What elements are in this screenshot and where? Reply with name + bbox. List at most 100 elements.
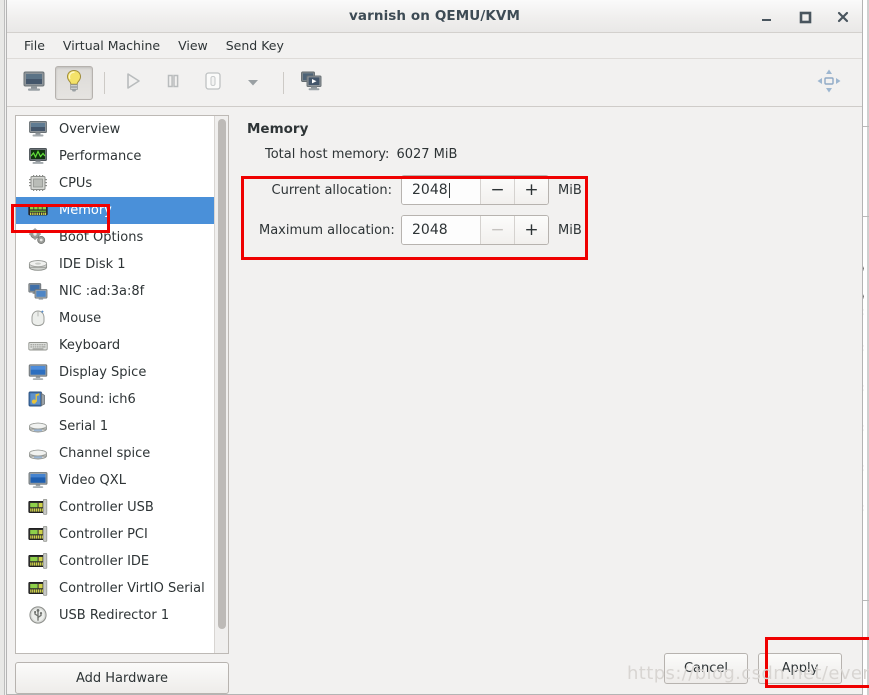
minimize-button[interactable] [758,8,776,26]
mouse-icon [28,309,50,329]
gears-icon [28,227,50,248]
harddisk-icon [28,255,50,275]
pause-button[interactable] [154,66,192,100]
sidebar-item-label: Controller USB [59,500,154,515]
sidebar-item-display-spice[interactable]: Display Spice [16,359,214,386]
watermark: https://blog.csdn.net/even160941 [627,663,869,684]
show-console-button[interactable] [15,66,53,100]
menu-view[interactable]: View [169,35,217,56]
maximum-allocation-unit: MiB [558,222,582,238]
sidebar-item-video-qxl[interactable]: Video QXL [16,467,214,494]
graph-icon [28,147,50,167]
current-allocation-label: Current allocation: [271,182,393,198]
current-allocation-value: 2048 [412,182,448,198]
sidebar-item-label: Video QXL [59,473,126,488]
serial-icon [28,417,50,437]
allocation-fields: Current allocation: 2048 − + MiB Maximum… [259,174,607,254]
toolbar [7,59,862,107]
page-title: Memory [247,121,309,137]
maximum-allocation-decrement-button: − [480,216,514,244]
current-allocation-increment-button[interactable]: + [514,176,548,204]
total-host-memory-row: Total host memory: 6027 MiB [265,147,854,162]
sidebar-item-label: Performance [59,149,142,164]
title-bar[interactable]: varnish on QEMU/KVM [7,0,862,33]
current-allocation-decrement-button[interactable]: − [480,176,514,204]
power-icon [202,70,224,96]
sidebar-item-serial-1[interactable]: Serial 1 [16,413,214,440]
toolbar-separator [104,71,105,94]
sidebar-item-sound-ich6[interactable]: Sound: ich6 [16,386,214,413]
play-icon [123,71,143,95]
window-controls [758,0,852,33]
maximize-button[interactable] [796,8,814,26]
toolbar-right-group [810,59,850,107]
sidebar-item-label: CPUs [59,176,93,191]
sidebar-item-cpus[interactable]: CPUs [16,170,214,197]
sound-icon [28,390,50,410]
sidebar-item-label: Keyboard [59,338,121,353]
sidebar-item-label: Memory [59,203,112,218]
hardware-sidebar: Overview Performance CPUs Memory Boot Option… [15,115,229,694]
menu-bar: File Virtual Machine View Send Key [7,33,862,59]
video-icon [28,471,50,491]
sidebar-item-label: Overview [59,122,121,137]
add-hardware-button[interactable]: Add Hardware [15,662,229,694]
maximum-allocation-spinner[interactable]: 2048 − + [401,215,549,245]
snapshots-icon [300,70,324,96]
menu-virtual-machine[interactable]: Virtual Machine [54,35,169,56]
sidebar-item-controller-ide[interactable]: Controller IDE [16,548,214,575]
shutdown-button[interactable] [194,66,232,100]
current-allocation-row: Current allocation: 2048 − + MiB [259,174,607,206]
current-allocation-spinner[interactable]: 2048 − + [401,175,549,205]
virt-manager-window: varnish on QEMU/KVM File Virtual Machine [6,0,863,695]
sidebar-item-mouse[interactable]: Mouse [16,305,214,332]
chevron-down-icon [245,73,261,92]
maximum-allocation-row: Maximum allocation: 2048 − + MiB [259,214,607,246]
sidebar-item-controller-pci[interactable]: Controller PCI [16,521,214,548]
show-details-button[interactable] [55,65,93,100]
menu-send-key[interactable]: Send Key [217,35,293,56]
sidebar-item-memory[interactable]: Memory [16,197,214,224]
network-icon [28,282,50,302]
fullscreen-icon [816,68,842,98]
sidebar-item-overview[interactable]: Overview [16,116,214,143]
add-hardware-label: Add Hardware [75,670,169,686]
sidebar-item-nic-ad-3a-8f[interactable]: NIC :ad:3a:8f [16,278,214,305]
toolbar-separator [283,71,284,94]
card-icon [28,552,50,572]
sidebar-item-boot-options[interactable]: Boot Options [16,224,214,251]
fullscreen-button[interactable] [810,66,848,100]
sidebar-item-label: NIC :ad:3a:8f [59,284,145,299]
keyboard-icon [28,336,50,356]
sidebar-item-label: USB Redirector 1 [59,608,170,623]
monitor-icon [28,120,50,140]
sidebar-item-usb-redirector-1[interactable]: USB Redirector 1 [16,602,214,629]
run-button[interactable] [114,66,152,100]
close-button[interactable] [834,8,852,26]
hardware-list-scrollbar[interactable] [214,116,228,653]
sidebar-item-channel-spice[interactable]: Channel spice [16,440,214,467]
card-icon [28,525,50,545]
sidebar-item-keyboard[interactable]: Keyboard [16,332,214,359]
sidebar-item-controller-virtio-serial[interactable]: Controller VirtIO Serial [16,575,214,602]
hardware-list[interactable]: Overview Performance CPUs Memory Boot Option… [16,116,214,653]
sidebar-item-label: Sound: ich6 [59,392,136,407]
shutdown-menu-button[interactable] [234,66,272,100]
scrollbar-thumb[interactable] [218,119,226,629]
sidebar-item-label: Controller PCI [59,527,148,542]
usb-icon [28,605,50,626]
sidebar-item-ide-disk-1[interactable]: IDE Disk 1 [16,251,214,278]
current-allocation-unit: MiB [558,182,582,198]
sidebar-item-label: Channel spice [59,446,151,461]
menu-file[interactable]: File [15,35,54,56]
snapshots-button[interactable] [293,66,331,100]
sidebar-item-label: Mouse [59,311,102,326]
window-body: Overview Performance CPUs Memory Boot Option… [7,107,862,694]
current-allocation-input[interactable]: 2048 [402,176,480,204]
sidebar-item-controller-usb[interactable]: Controller USB [16,494,214,521]
sidebar-item-performance[interactable]: Performance [16,143,214,170]
maximum-allocation-input[interactable]: 2048 [402,216,480,244]
card-icon [28,579,50,599]
maximum-allocation-increment-button[interactable]: + [514,216,548,244]
sidebar-item-label: Display Spice [59,365,147,380]
